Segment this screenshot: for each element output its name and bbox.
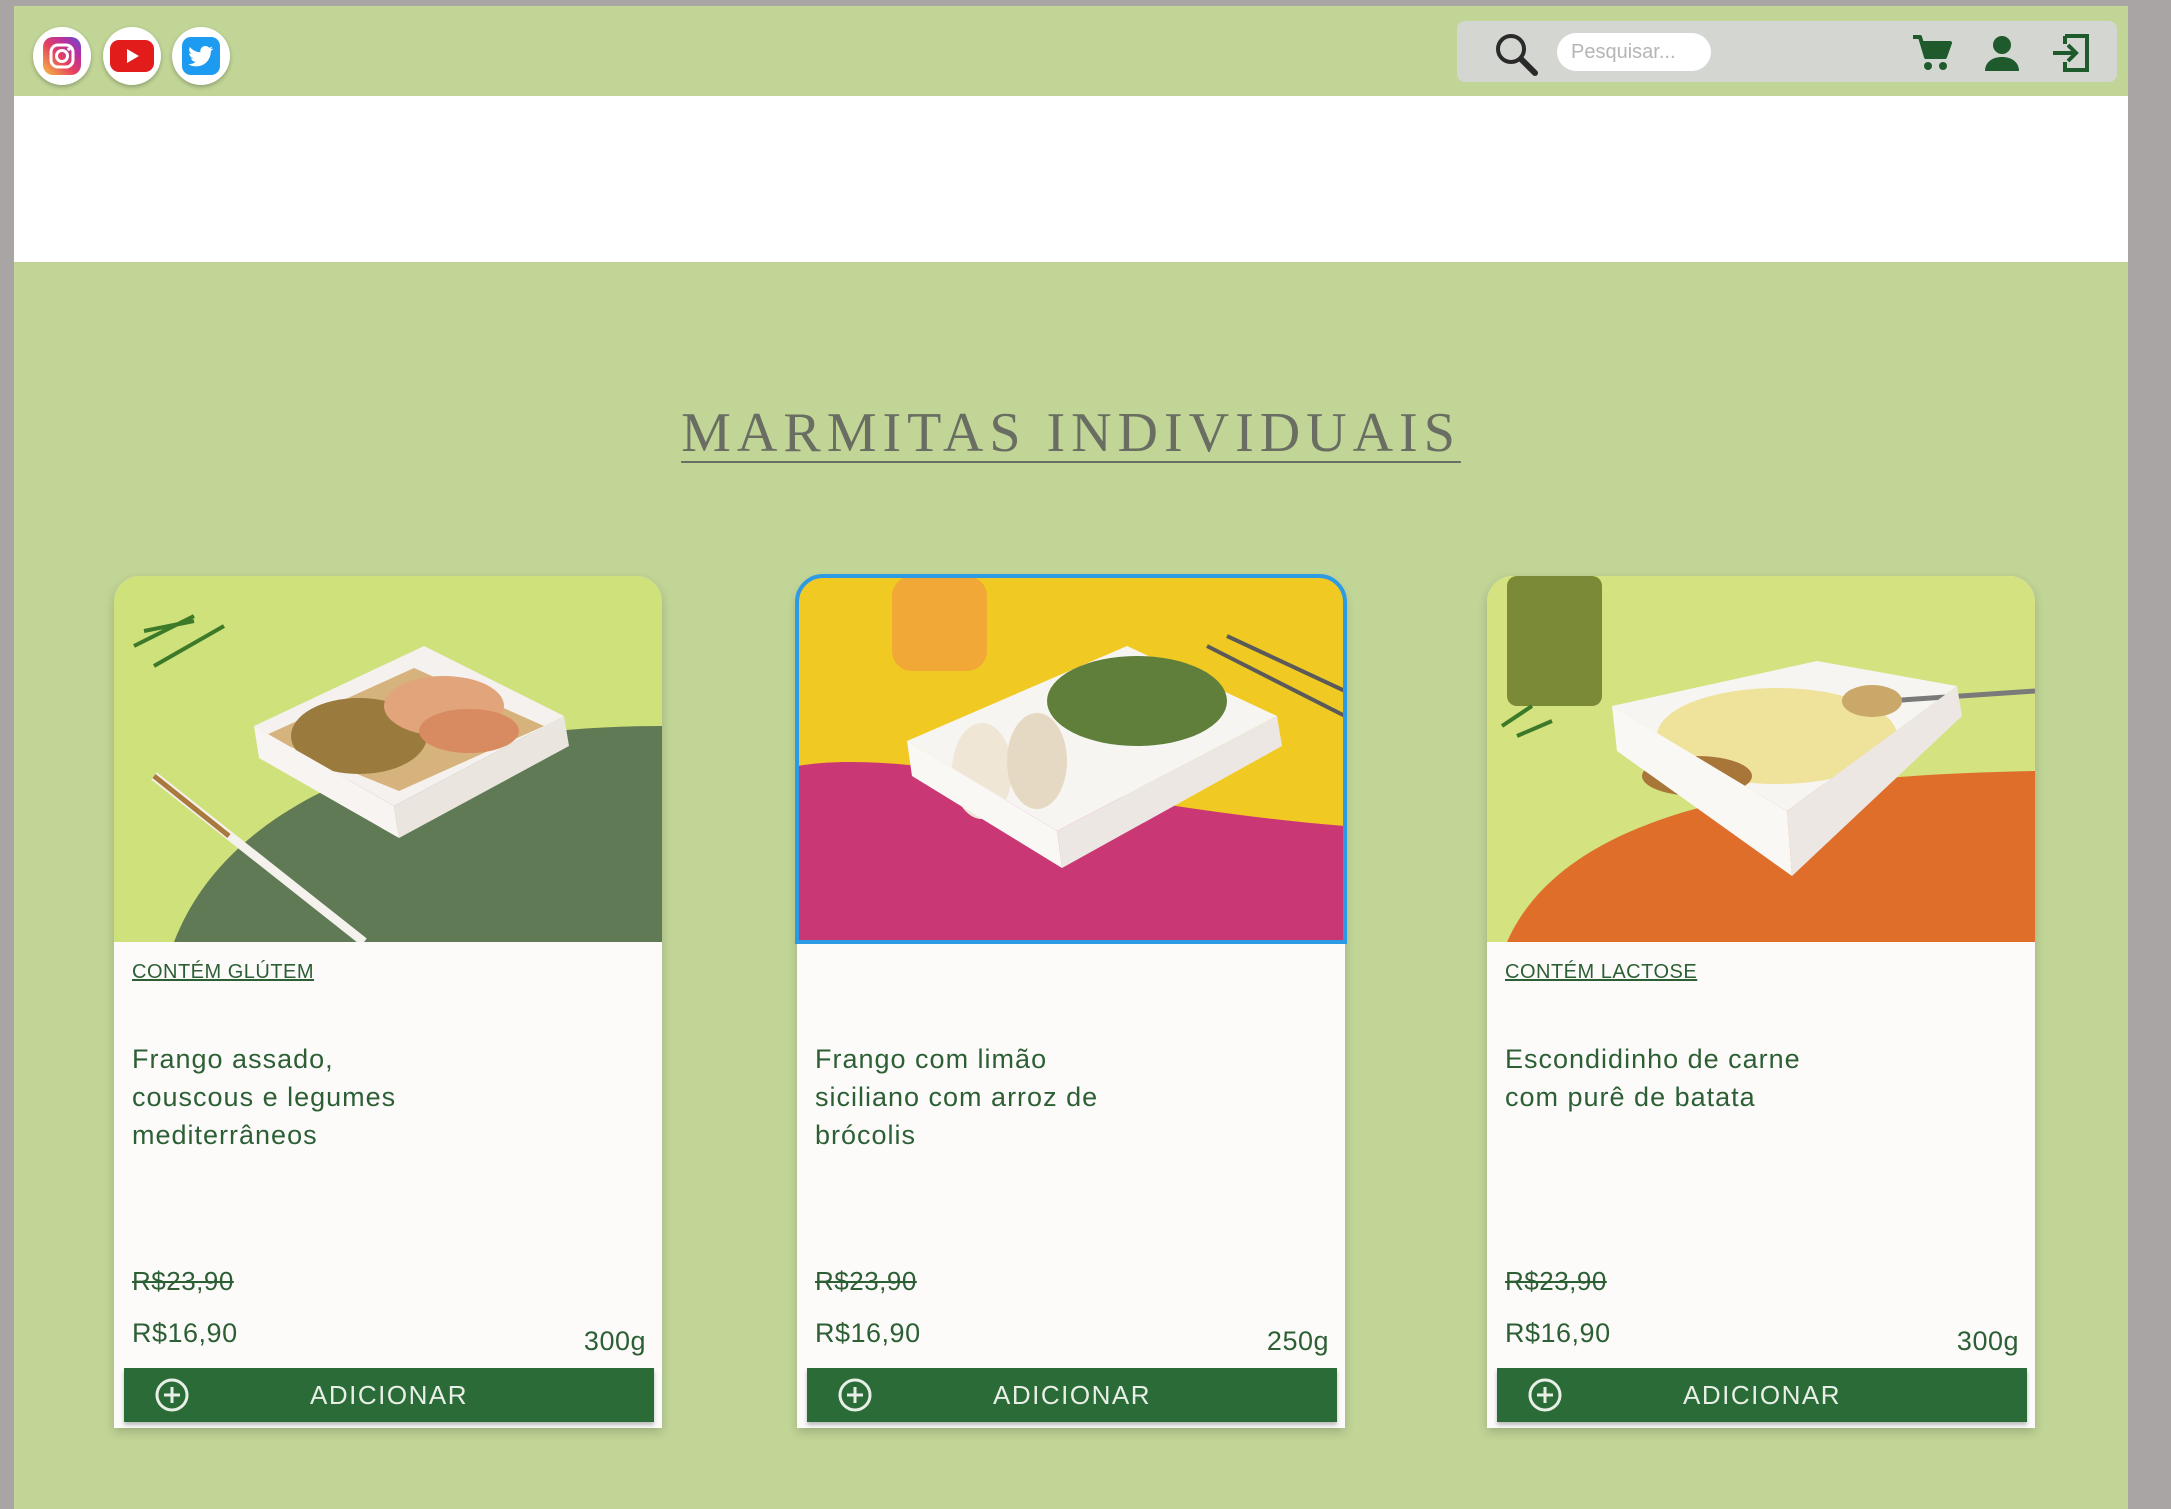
add-button[interactable]: ADICIONAR xyxy=(1497,1368,2027,1422)
weight: 250g xyxy=(1266,1326,1329,1356)
user-button[interactable] xyxy=(1979,31,2025,75)
user-icon xyxy=(1985,36,2019,71)
add-button[interactable]: ADICIONAR xyxy=(807,1368,1337,1422)
price: R$16,90 xyxy=(132,1318,238,1348)
cart-icon xyxy=(1913,35,1952,70)
add-button[interactable]: ADICIONAR xyxy=(124,1368,654,1422)
product-image xyxy=(1487,576,2035,942)
instagram-link[interactable] xyxy=(33,27,91,85)
header-toolbox xyxy=(1457,21,2117,82)
twitter-icon xyxy=(182,37,220,75)
old-price: R$23,90 xyxy=(1505,1266,1607,1296)
price: R$16,90 xyxy=(815,1318,921,1348)
old-price: R$23,90 xyxy=(815,1266,917,1296)
add-button-label: ADICIONAR xyxy=(310,1379,468,1410)
add-button-label: ADICIONAR xyxy=(993,1379,1151,1410)
product-name: Escondidinho de carne com purê de batata xyxy=(1505,1044,1801,1112)
instagram-icon xyxy=(43,37,81,75)
product-card[interactable]: Frango com limão siciliano com arroz de … xyxy=(795,574,1347,1428)
product-image xyxy=(114,576,662,942)
search-input[interactable] xyxy=(1557,33,1711,71)
plus-circle-icon xyxy=(155,1378,189,1412)
login-icon xyxy=(2053,34,2089,72)
product-card[interactable]: CONTÉM GLÚTEM Frango assado, couscous e … xyxy=(114,576,662,1428)
page-frame: MARMITAS INDIVIDUAIS CONTÉM GLÚTEM Frang… xyxy=(14,6,2128,1509)
product-name: Frango com limão siciliano com arroz de … xyxy=(815,1044,1099,1150)
weight: 300g xyxy=(1956,1326,2019,1356)
top-bar xyxy=(14,6,2128,96)
cart-button[interactable] xyxy=(1909,31,1955,75)
banner-area xyxy=(14,96,2128,262)
login-button[interactable] xyxy=(2048,31,2094,75)
product-name: Frango assado, couscous e legumes medite… xyxy=(132,1044,397,1150)
allergen-tag: CONTÉM GLÚTEM xyxy=(132,961,315,983)
weight: 300g xyxy=(583,1326,646,1356)
add-button-label: ADICIONAR xyxy=(1683,1379,1841,1410)
plus-circle-icon xyxy=(1528,1378,1562,1412)
youtube-icon xyxy=(110,40,154,72)
section-title: MARMITAS INDIVIDUAIS xyxy=(681,402,1461,464)
allergen-tag: CONTÉM LACTOSE xyxy=(1505,961,1698,983)
youtube-link[interactable] xyxy=(103,27,161,85)
price: R$16,90 xyxy=(1505,1318,1611,1348)
product-card[interactable]: CONTÉM LACTOSE Escondidinho de carne com… xyxy=(1487,576,2035,1428)
plus-circle-icon xyxy=(838,1378,872,1412)
twitter-link[interactable] xyxy=(172,27,230,85)
product-image xyxy=(795,574,1347,944)
old-price: R$23,90 xyxy=(132,1266,234,1296)
search-icon[interactable] xyxy=(1493,31,1539,77)
